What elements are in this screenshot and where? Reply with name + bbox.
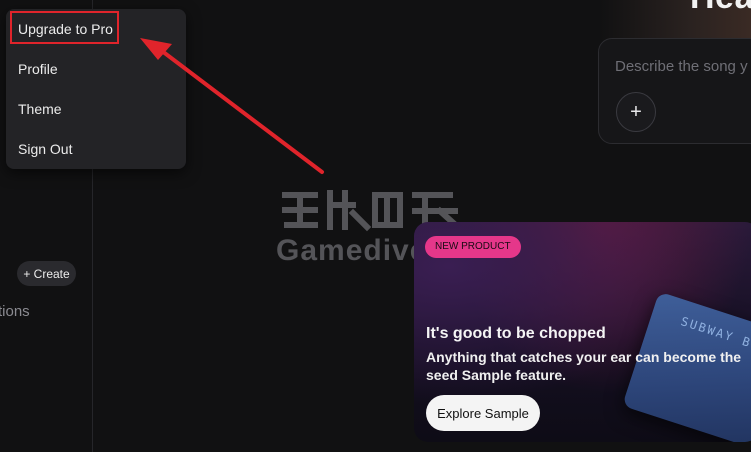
annotation-arrow-icon (140, 38, 324, 174)
